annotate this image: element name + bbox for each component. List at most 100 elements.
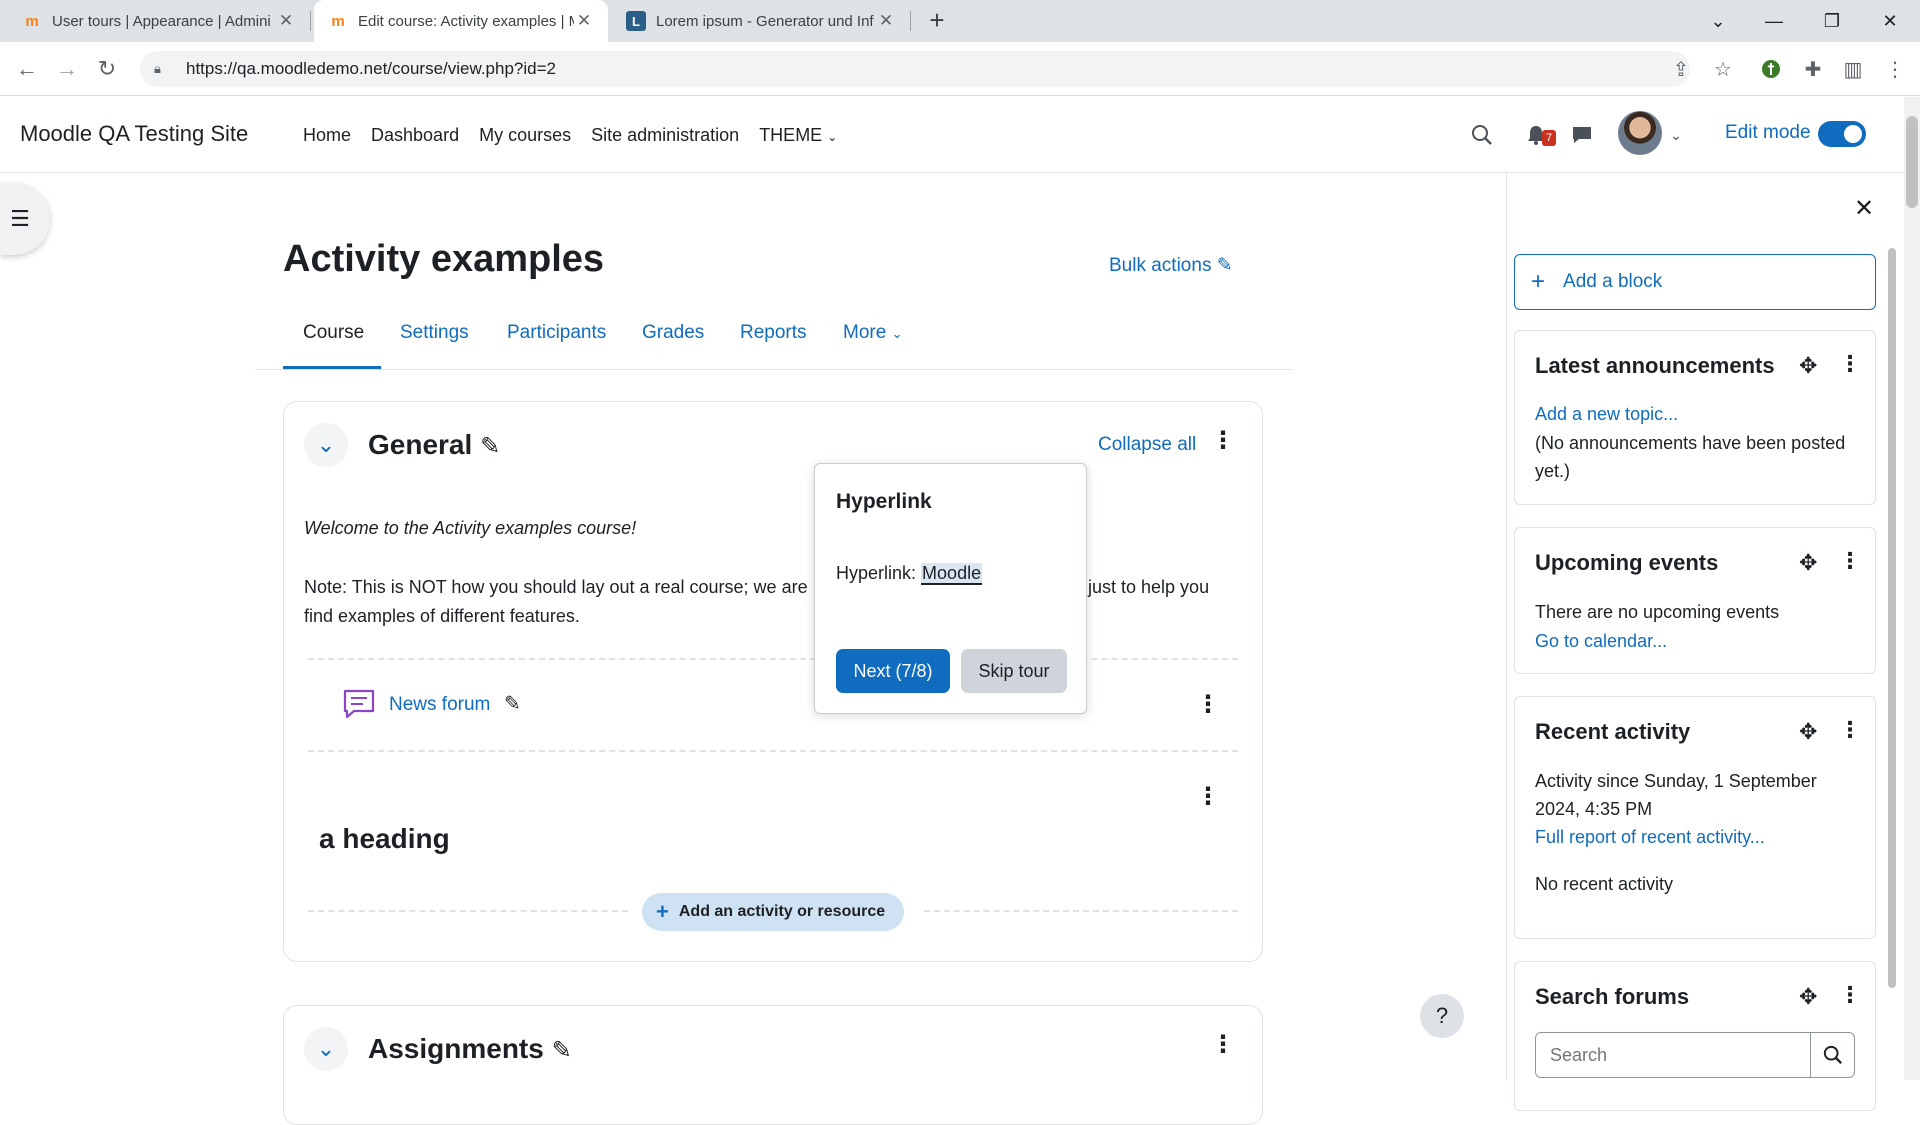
nav-theme[interactable]: THEME ⌄: [759, 125, 837, 146]
block-menu-kebab-icon[interactable]: ⋮: [1839, 351, 1861, 377]
close-tab-icon[interactable]: ✕: [574, 11, 594, 31]
bookmark-star-icon[interactable]: ☆: [1708, 54, 1738, 84]
nav-dashboard[interactable]: Dashboard: [371, 125, 459, 146]
block-latest-announcements: Latest announcements ✥ ⋮ Add a new topic…: [1514, 330, 1876, 505]
browser-menu-icon[interactable]: ⋮: [1880, 54, 1910, 84]
go-to-calendar-link[interactable]: Go to calendar...: [1535, 631, 1667, 652]
section-title-assignments: Assignments ✎: [368, 1033, 572, 1065]
nav-home[interactable]: Home: [303, 125, 351, 146]
pencil-icon: ✎: [1216, 255, 1233, 276]
drawer-scrollbar[interactable]: [1888, 248, 1896, 988]
block-menu-kebab-icon[interactable]: ⋮: [1839, 982, 1861, 1008]
search-forums-input[interactable]: [1536, 1033, 1810, 1077]
activity-menu-kebab-icon[interactable]: ⋮: [1196, 690, 1220, 719]
extension-shield-icon[interactable]: [1756, 54, 1786, 84]
move-icon[interactable]: ✥: [1799, 353, 1817, 379]
no-recent-activity-text: No recent activity: [1535, 874, 1674, 894]
extensions-puzzle-icon[interactable]: ✚: [1798, 54, 1828, 84]
url-text: https://qa.moodledemo.net/course/view.ph…: [186, 59, 556, 78]
new-tab-icon[interactable]: +: [922, 6, 952, 36]
collapse-section-chevron-icon[interactable]: ⌄: [304, 423, 348, 467]
block-title: Upcoming events: [1535, 550, 1719, 575]
tab-grades[interactable]: Grades: [642, 322, 704, 344]
section-assignments-card: [283, 1005, 1263, 1125]
nav-site-administration[interactable]: Site administration: [591, 125, 739, 146]
collapse-all-link[interactable]: Collapse all: [1098, 434, 1196, 456]
section-title-general-text: General: [368, 429, 473, 460]
move-icon[interactable]: ✥: [1799, 984, 1817, 1010]
user-avatar[interactable]: [1618, 111, 1662, 155]
lorem-favicon-icon: L: [626, 11, 646, 31]
forward-icon[interactable]: →: [52, 54, 82, 84]
site-name[interactable]: Moodle QA Testing Site: [20, 121, 248, 147]
search-forums-button[interactable]: [1810, 1033, 1854, 1077]
back-icon[interactable]: ←: [12, 54, 42, 84]
page-scrollbar-thumb[interactable]: [1906, 116, 1918, 208]
moodle-favicon-icon: m: [25, 12, 39, 30]
label-menu-kebab-icon[interactable]: ⋮: [1196, 782, 1220, 811]
tab-search-chevron-icon[interactable]: ⌄: [1692, 0, 1744, 42]
add-activity-button[interactable]: + Add an activity or resource: [642, 893, 904, 931]
tab-reports[interactable]: Reports: [740, 322, 807, 344]
tour-hyperlink[interactable]: Moodle: [921, 563, 983, 585]
block-menu-kebab-icon[interactable]: ⋮: [1839, 717, 1861, 743]
edit-title-pencil-icon[interactable]: ✎: [504, 691, 521, 716]
share-icon[interactable]: ⇪: [1666, 54, 1696, 84]
close-tab-icon[interactable]: ✕: [876, 11, 896, 31]
primary-navigation: Home Dashboard My courses Site administr…: [303, 125, 837, 146]
edit-section-pencil-icon[interactable]: ✎: [480, 433, 500, 460]
window-close-icon[interactable]: ✕: [1864, 0, 1916, 42]
browser-tab-lorem-ipsum[interactable]: L Lorem ipsum - Generator und Inf ✕: [612, 0, 910, 42]
tour-next-button[interactable]: Next (7/8): [836, 649, 950, 693]
block-search-forums: Search forums ✥ ⋮: [1514, 961, 1876, 1111]
close-drawer-icon[interactable]: ✕: [1854, 194, 1874, 223]
side-panel-icon[interactable]: ▥: [1838, 54, 1868, 84]
close-tab-icon[interactable]: ✕: [276, 11, 296, 31]
tab-participants[interactable]: Participants: [507, 322, 606, 344]
tour-title: Hyperlink: [836, 490, 932, 513]
secondary-navigation: Course Settings Participants Grades Repo…: [255, 300, 1291, 370]
tab-course[interactable]: Course: [303, 322, 364, 344]
minimize-icon[interactable]: —: [1748, 0, 1800, 42]
nav-my-courses[interactable]: My courses: [479, 125, 571, 146]
messages-icon[interactable]: [1568, 119, 1596, 151]
edit-mode-toggle[interactable]: [1818, 121, 1866, 147]
section-menu-kebab-icon[interactable]: ⋮: [1211, 1030, 1235, 1059]
bulk-actions-button[interactable]: Bulk actions ✎: [1109, 254, 1233, 277]
forum-icon: [343, 689, 375, 719]
help-question-icon[interactable]: ?: [1420, 994, 1464, 1038]
tab-separator: [910, 11, 911, 31]
move-icon[interactable]: ✥: [1799, 719, 1817, 745]
block-title: Search forums: [1535, 984, 1690, 1009]
list-icon: ☰: [10, 206, 30, 231]
collapse-section-chevron-icon[interactable]: ⌄: [304, 1027, 348, 1071]
browser-tab-user-tours[interactable]: m User tours | Appearance | Admini ✕: [8, 0, 310, 42]
add-block-label: Add a block: [1563, 271, 1663, 292]
block-menu-kebab-icon[interactable]: ⋮: [1839, 548, 1861, 574]
add-activity-divider-right: [924, 910, 1238, 912]
section-general-card: [283, 401, 1263, 962]
restore-icon[interactable]: ❐: [1806, 0, 1858, 42]
tab-settings[interactable]: Settings: [400, 322, 469, 344]
course-index-toggle[interactable]: ☰: [0, 183, 50, 255]
tour-body-label: Hyperlink:: [836, 563, 917, 583]
search-icon[interactable]: [1466, 119, 1498, 151]
add-new-topic-link[interactable]: Add a new topic...: [1535, 404, 1678, 425]
tab-more[interactable]: More ⌄: [843, 322, 902, 344]
tour-skip-button[interactable]: Skip tour: [961, 649, 1067, 693]
user-menu-chevron-icon[interactable]: ⌄: [1666, 119, 1686, 151]
full-report-link[interactable]: Full report of recent activity...: [1535, 827, 1765, 848]
tab-more-label: More: [843, 322, 887, 343]
page-title: Activity examples: [283, 238, 605, 280]
news-forum-link[interactable]: News forum: [389, 694, 490, 716]
section-menu-kebab-icon[interactable]: ⋮: [1211, 426, 1235, 455]
add-activity-label: Add an activity or resource: [678, 903, 886, 920]
edit-section-pencil-icon[interactable]: ✎: [552, 1037, 572, 1064]
page-scrollbar-track[interactable]: [1904, 97, 1920, 1080]
browser-tab-edit-course[interactable]: m Edit course: Activity examples | M ✕: [314, 0, 608, 42]
move-icon[interactable]: ✥: [1799, 550, 1817, 576]
address-bar[interactable]: 🔒︎ https://qa.moodledemo.net/course/view…: [140, 51, 1690, 87]
add-block-button[interactable]: + Add a block: [1514, 254, 1876, 310]
tab-title: Lorem ipsum - Generator und Inf: [656, 12, 874, 30]
reload-icon[interactable]: ↻: [92, 54, 122, 84]
